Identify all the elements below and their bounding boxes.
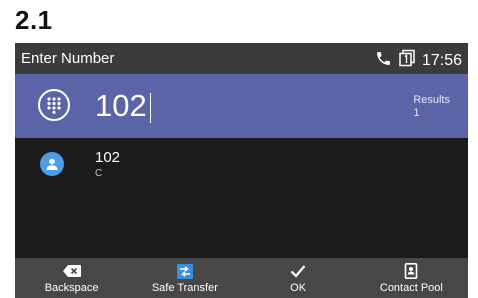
backspace-button[interactable]: Backspace [15, 258, 128, 298]
line-icon [398, 49, 416, 72]
contact-book-icon [404, 263, 418, 279]
number-input[interactable]: 102 [95, 88, 151, 124]
number-input-row[interactable]: 102 Results 1 [15, 74, 468, 138]
results-label: Results [413, 94, 450, 106]
text-caret [149, 92, 151, 123]
status-indicators: 17:56 [375, 49, 462, 72]
contact-pool-label: Contact Pool [379, 282, 443, 294]
ok-label: OK [290, 282, 307, 294]
list-item[interactable]: 102 C [15, 138, 468, 188]
contact-pool-button[interactable]: Contact Pool [355, 258, 468, 298]
transfer-icon [176, 263, 193, 279]
screen-title: Enter Number [21, 50, 115, 67]
entered-number: 102 [95, 88, 147, 123]
safe-transfer-button[interactable]: Safe Transfer [128, 258, 241, 298]
ok-button[interactable]: OK [242, 258, 355, 298]
result-detail: C [95, 168, 103, 179]
backspace-icon [62, 263, 81, 279]
softkey-bar: Backspace Safe Transfer OK Contact Pool [15, 258, 468, 298]
contact-avatar-icon [40, 152, 64, 176]
results-summary: Results 1 [413, 94, 450, 120]
phone-screen: Enter Number 17:56 102 Results 1 102 C B… [15, 43, 468, 298]
safe-transfer-label: Safe Transfer [151, 282, 218, 294]
backspace-label: Backspace [44, 282, 99, 294]
section-title: 2.1 [15, 5, 53, 35]
phone-icon [375, 50, 392, 72]
result-number: 102 [95, 149, 121, 166]
check-icon [290, 263, 306, 279]
clock: 17:56 [421, 51, 462, 69]
results-count: 1 [413, 107, 420, 119]
dialpad-icon[interactable] [38, 89, 70, 121]
status-bar: Enter Number 17:56 [15, 43, 468, 74]
